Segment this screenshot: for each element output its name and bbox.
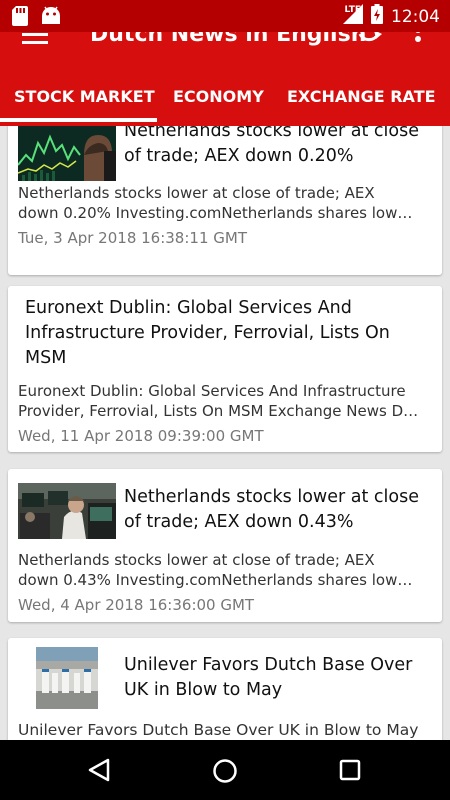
news-feed[interactable]: Netherlands stocks lower at close of tra…	[0, 126, 450, 740]
news-card[interactable]: Netherlands stocks lower at close of tra…	[8, 126, 442, 275]
selected-tab-indicator	[0, 118, 157, 122]
news-card[interactable]: Netherlands stocks lower at close of tra…	[8, 469, 442, 622]
article-headline[interactable]: Netherlands stocks lower at close of tra…	[124, 485, 434, 535]
news-card[interactable]: Euronext Dublin: Global Services And Inf…	[8, 286, 442, 452]
article-summary-continued: down 0.20% Investing.comNetherlands shar…	[18, 204, 413, 222]
tab-exchange-rate[interactable]: EXCHANGE RATE	[287, 68, 436, 126]
article-summary-continued: down 0.43% Investing.comNetherlands shar…	[18, 571, 413, 589]
article-date: Wed, 4 Apr 2018 16:36:00 GMT	[18, 596, 255, 614]
status-bar: LTE 12:04	[0, 0, 450, 32]
article-headline[interactable]: Euronext Dublin: Global Services And Inf…	[25, 296, 431, 371]
app-bar: Dutch News in English	[0, 32, 450, 68]
article-headline[interactable]: Unilever Favors Dutch Base Over UK in Bl…	[124, 653, 434, 703]
article-summary: Euronext Dublin: Global Services And Inf…	[18, 382, 406, 400]
article-thumbnail	[18, 483, 116, 539]
article-date: Wed, 11 Apr 2018 09:39:00 GMT	[18, 427, 264, 445]
recents-icon[interactable]	[339, 759, 361, 785]
clock: 12:04	[391, 6, 440, 27]
home-icon[interactable]	[212, 758, 238, 788]
app-title: Dutch News in English	[90, 32, 367, 47]
article-summary: Netherlands stocks lower at close of tra…	[18, 184, 375, 202]
article-summary: Netherlands stocks lower at close of tra…	[18, 551, 375, 569]
navigation-bar	[0, 740, 450, 800]
menu-icon[interactable]	[22, 32, 48, 49]
android-icon	[40, 6, 62, 30]
tab-economy[interactable]: ECONOMY	[173, 68, 264, 126]
back-icon[interactable]	[88, 758, 110, 786]
article-summary-continued: Provider, Ferrovial, Lists On MSM Exchan…	[18, 402, 419, 420]
network-type-label: LTE	[344, 4, 361, 15]
article-thumbnail	[36, 647, 98, 709]
article-thumbnail	[18, 126, 116, 181]
article-date: Tue, 3 Apr 2018 16:38:11 GMT	[18, 229, 247, 247]
refresh-icon[interactable]	[356, 32, 382, 56]
sd-card-icon	[12, 6, 28, 30]
more-vert-icon[interactable]	[414, 32, 422, 56]
battery-icon	[371, 4, 383, 29]
article-summary: Unilever Favors Dutch Base Over UK in Bl…	[18, 721, 419, 739]
news-card[interactable]: Unilever Favors Dutch Base Over UK in Bl…	[8, 638, 442, 740]
article-headline[interactable]: Netherlands stocks lower at close of tra…	[124, 126, 434, 169]
